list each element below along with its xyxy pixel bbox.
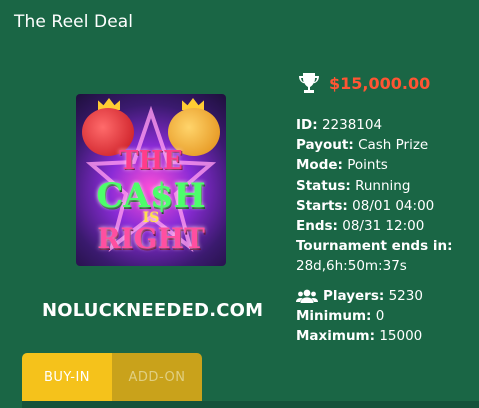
detail-value: 2238104 bbox=[321, 117, 383, 133]
detail-value: 08/01 04:00 bbox=[352, 197, 435, 214]
tournament-title: The Reel Deal bbox=[14, 12, 134, 32]
detail-label: ID: bbox=[296, 117, 318, 133]
detail-status: Status: Running bbox=[296, 176, 452, 196]
detail-label: Status: bbox=[296, 177, 351, 194]
countdown-value: 28d,6h:50m:37s bbox=[296, 258, 407, 275]
game-logo-right: RIGHT bbox=[97, 222, 205, 255]
detail-value: Cash Prize bbox=[358, 137, 429, 154]
detail-ends: Ends: 08/31 12:00 bbox=[296, 216, 452, 236]
players-value: 5230 bbox=[388, 288, 423, 304]
detail-label: Starts: bbox=[296, 197, 348, 214]
watermark-text: NOLUCKNEEDED.COM bbox=[42, 300, 264, 321]
detail-value: 08/31 12:00 bbox=[342, 218, 425, 235]
detail-payout: Payout: Cash Prize bbox=[296, 135, 452, 155]
detail-countdown: 28d,6h:50m:37s bbox=[296, 256, 452, 276]
detail-label: Tournament ends in: bbox=[296, 238, 453, 255]
detail-label: Ends: bbox=[296, 218, 338, 235]
detail-starts: Starts: 08/01 04:00 bbox=[296, 196, 452, 216]
minimum-value: 0 bbox=[375, 308, 385, 325]
detail-ends-in-label: Tournament ends in: bbox=[296, 236, 452, 256]
prize-row: $15,000.00 bbox=[297, 72, 430, 94]
tab-bar: BUY-IN ADD-ON bbox=[22, 353, 202, 401]
maximum-value: 15000 bbox=[379, 328, 423, 345]
tab-buy-in[interactable]: BUY-IN bbox=[22, 353, 112, 401]
detail-value: Points bbox=[347, 157, 388, 174]
maximum-label: Maximum: bbox=[296, 328, 376, 345]
detail-id: ID: 2238104 bbox=[296, 115, 452, 135]
players-label: Players: bbox=[323, 288, 385, 304]
detail-value: Running bbox=[355, 177, 411, 194]
minimum-row: Minimum: 0 bbox=[296, 306, 423, 326]
maximum-row: Maximum: 15000 bbox=[296, 326, 423, 346]
game-thumbnail[interactable]: THE CA$H IS RIGHT bbox=[76, 94, 226, 266]
detail-label: Payout: bbox=[296, 137, 354, 154]
detail-label: Mode: bbox=[296, 157, 343, 174]
users-icon bbox=[296, 289, 318, 304]
tournament-details: ID: 2238104 Payout: Cash Prize Mode: Poi… bbox=[296, 115, 452, 277]
tab-add-on[interactable]: ADD-ON bbox=[112, 353, 202, 401]
tab-content-panel bbox=[22, 401, 479, 408]
tournament-limits: Players: 5230 Minimum: 0 Maximum: 15000 bbox=[296, 286, 423, 347]
trophy-icon bbox=[299, 73, 319, 93]
prize-amount: $15,000.00 bbox=[329, 73, 431, 93]
players-row: Players: 5230 bbox=[296, 286, 423, 306]
detail-mode: Mode: Points bbox=[296, 155, 452, 175]
game-logo-the: THE bbox=[119, 146, 183, 176]
minimum-label: Minimum: bbox=[296, 308, 372, 325]
